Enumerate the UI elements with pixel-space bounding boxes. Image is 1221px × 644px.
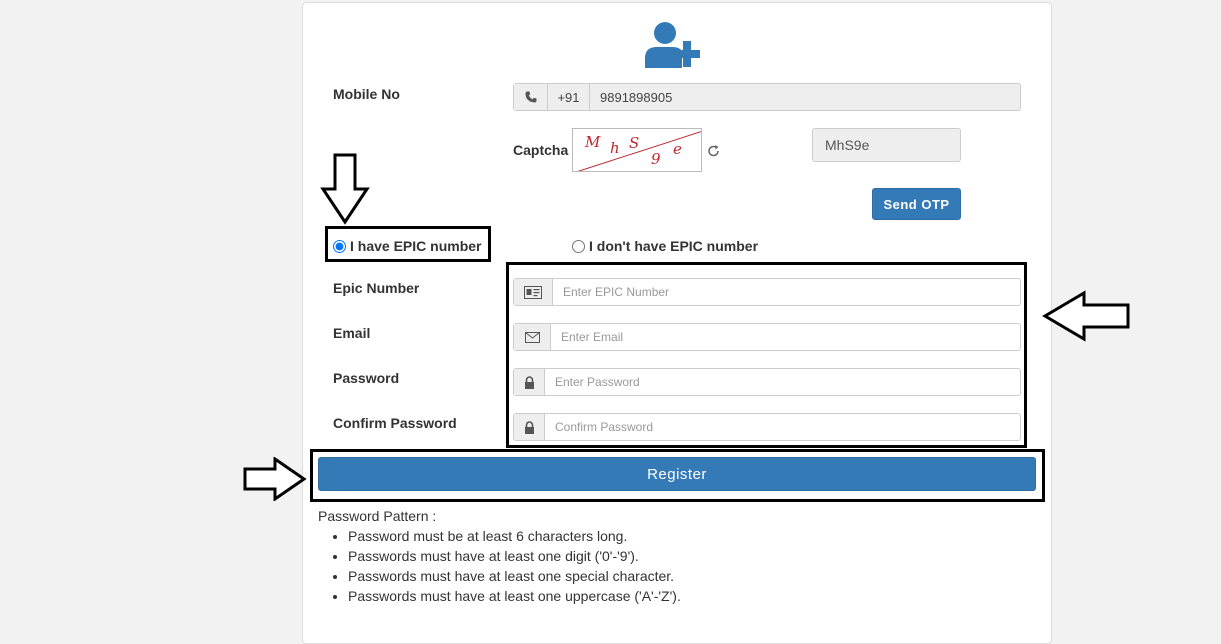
country-code: +91 — [548, 84, 590, 110]
radio-no-epic-label: I don't have EPIC number — [589, 238, 759, 254]
phone-icon — [514, 84, 548, 110]
epic-label: Epic Number — [333, 280, 420, 296]
password-rule: Passwords must have at least one special… — [348, 566, 681, 586]
email-label: Email — [333, 325, 371, 341]
password-pattern-heading: Password Pattern : — [318, 508, 437, 524]
password-rule: Passwords must have at least one upperca… — [348, 586, 681, 606]
captcha-char: S — [629, 134, 640, 152]
captcha-label: Captcha — [513, 142, 569, 158]
right-arrow-icon — [243, 457, 307, 501]
captcha-input[interactable] — [812, 128, 1018, 162]
user-plus-icon — [645, 22, 700, 68]
password-rule: Password must be at least 6 characters l… — [348, 526, 681, 546]
left-arrow-icon — [1042, 290, 1130, 342]
confirm-password-label: Confirm Password — [333, 415, 457, 431]
captcha-char: M — [585, 133, 601, 151]
send-otp-button[interactable]: Send OTP — [872, 188, 961, 220]
refresh-icon[interactable] — [707, 144, 721, 158]
radio-no-epic[interactable]: I don't have EPIC number — [572, 238, 758, 254]
captcha-char: 9 — [651, 150, 661, 168]
mobile-input-group: +91 — [513, 83, 1021, 111]
mobile-label: Mobile No — [333, 86, 400, 102]
radio-no-epic-input[interactable] — [572, 239, 585, 253]
captcha-image: M h S 9 e — [572, 128, 702, 172]
annotation-box-fields — [506, 262, 1027, 448]
mobile-field[interactable] — [590, 84, 1020, 110]
password-rules-list: Password must be at least 6 characters l… — [318, 526, 681, 606]
annotation-box-register — [310, 449, 1045, 502]
captcha-char: e — [673, 140, 682, 158]
password-rule: Passwords must have at least one digit (… — [348, 546, 681, 566]
annotation-box-radio — [325, 226, 491, 262]
down-arrow-icon — [320, 153, 370, 225]
password-label: Password — [333, 370, 400, 386]
captcha-char: h — [610, 139, 620, 157]
captcha-field[interactable] — [813, 129, 1018, 161]
